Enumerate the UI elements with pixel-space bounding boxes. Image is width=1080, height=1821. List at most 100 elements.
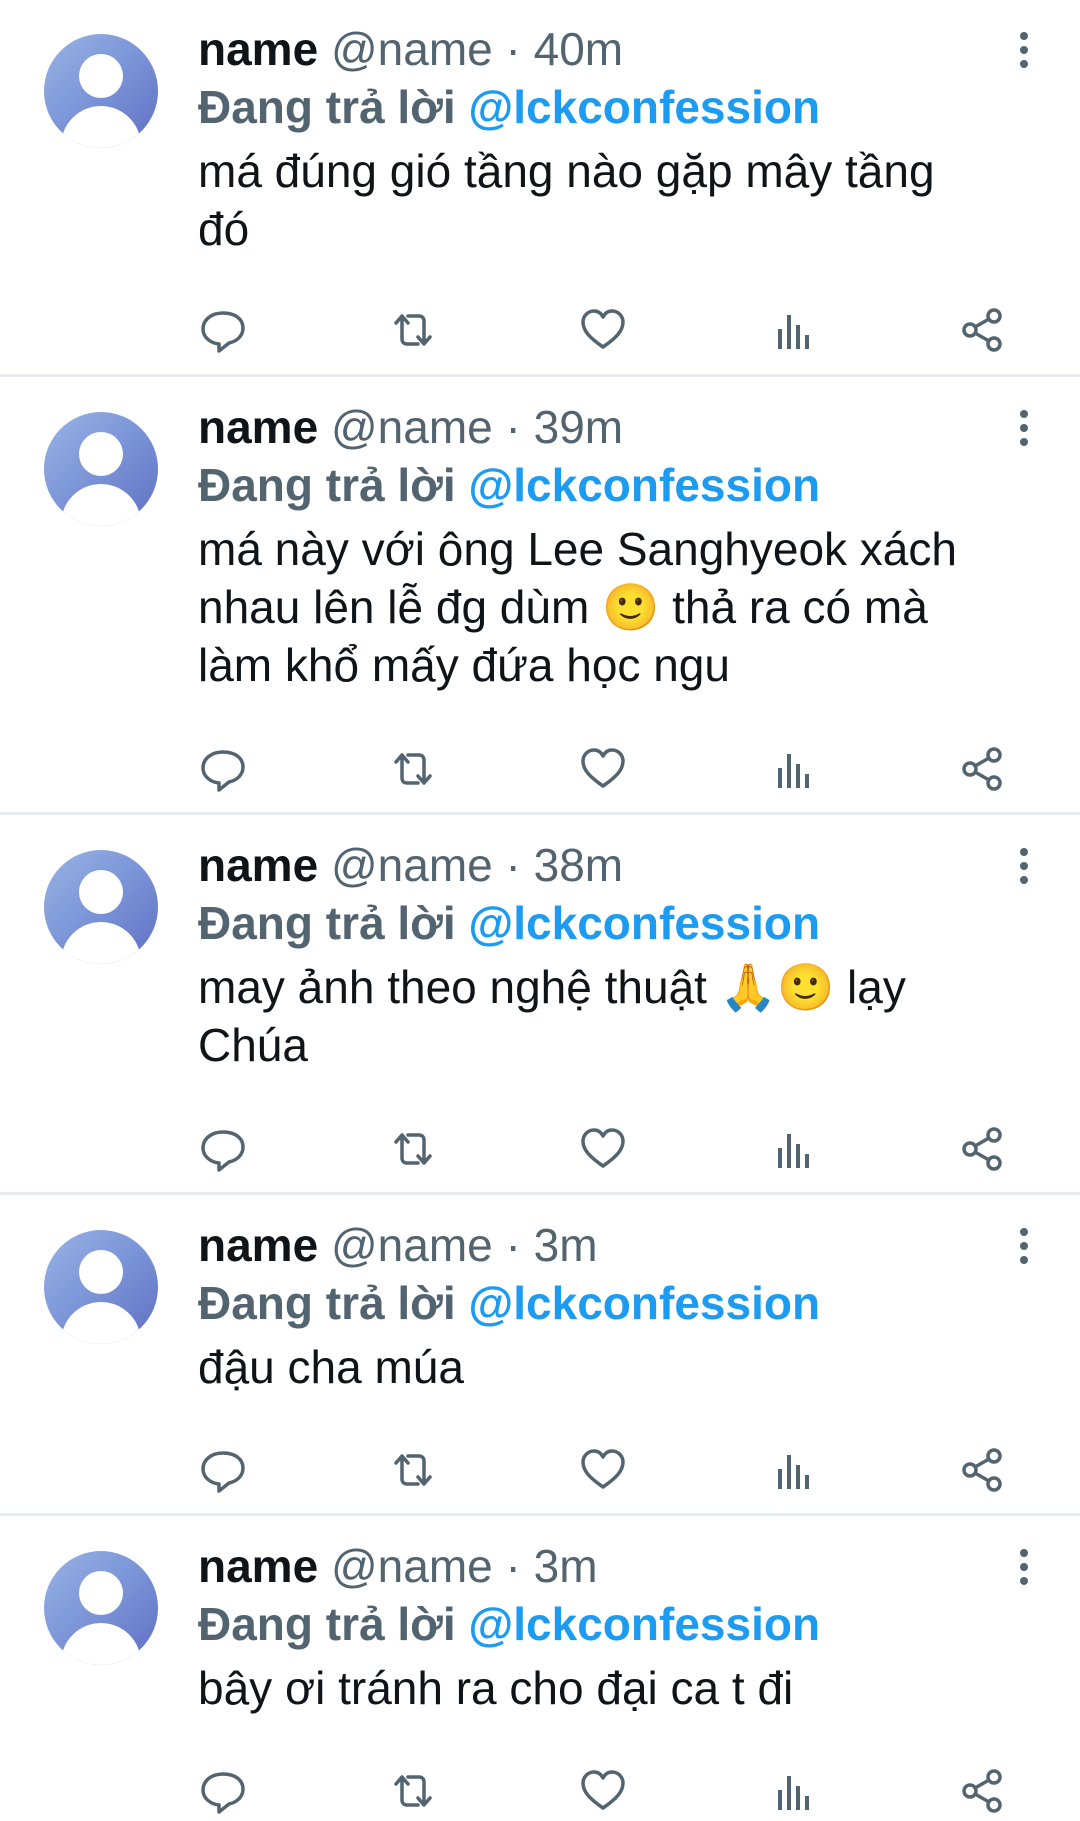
timestamp[interactable]: 3m	[534, 1540, 598, 1592]
user-handle[interactable]: @name	[331, 1219, 493, 1271]
default-avatar-icon[interactable]	[44, 412, 158, 526]
tweet-text-line: bây ơi tránh ra cho đại ca t đi	[198, 1662, 794, 1714]
analytics-icon[interactable]	[768, 1445, 818, 1495]
user-handle[interactable]: @name	[331, 401, 493, 453]
tweet-text-line: làm khổ mấy đứa học ngu	[198, 639, 730, 691]
tweet-text: bây ơi tránh ra cho đại ca t đi	[198, 1659, 1020, 1717]
analytics-icon[interactable]	[768, 305, 818, 355]
reply-icon[interactable]	[198, 1124, 248, 1174]
share-icon[interactable]	[958, 305, 1008, 355]
tweet-text-line: đó	[198, 203, 250, 255]
retweet-icon[interactable]	[388, 1445, 438, 1495]
separator: ·	[505, 839, 521, 891]
tweet-text-line: may ảnh theo nghệ thuật 🙏🙂 lạy	[198, 961, 906, 1013]
more-vertical-icon[interactable]	[1014, 1226, 1034, 1266]
separator: ·	[505, 23, 521, 75]
heart-icon[interactable]	[578, 1124, 628, 1174]
tweet-header: name @name · 40m	[198, 20, 1020, 78]
reply-icon[interactable]	[198, 1766, 248, 1816]
timestamp[interactable]: 40m	[534, 23, 623, 75]
replying-to-handle[interactable]: @lckconfession	[468, 1277, 820, 1329]
tweet-header: name @name · 3m	[198, 1537, 1020, 1595]
heart-icon[interactable]	[578, 1445, 628, 1495]
share-icon[interactable]	[958, 1124, 1008, 1174]
tweet[interactable]: name @name · 3m Đang trả lời @lckconfess…	[0, 1195, 1080, 1516]
analytics-icon[interactable]	[768, 1766, 818, 1816]
separator: ·	[505, 1219, 521, 1271]
default-avatar-icon[interactable]	[44, 34, 158, 148]
heart-icon[interactable]	[578, 744, 628, 794]
display-name[interactable]: name	[198, 401, 318, 453]
display-name[interactable]: name	[198, 1540, 318, 1592]
reply-icon[interactable]	[198, 744, 248, 794]
tweet-text-line: nhau lên lễ đg dùm 🙂 thả ra có mà	[198, 581, 928, 633]
tweet-header: name @name · 38m	[198, 836, 1020, 894]
replying-to: Đang trả lời @lckconfession	[198, 1274, 1020, 1332]
tweet-text-line: Chúa	[198, 1019, 308, 1071]
replying-to-label: Đang trả lời	[198, 897, 456, 949]
timestamp[interactable]: 39m	[534, 401, 623, 453]
tweet-actions	[198, 744, 1018, 794]
tweet-text: đậu cha múa	[198, 1338, 1020, 1396]
tweet-actions	[198, 1766, 1018, 1816]
replying-to-label: Đang trả lời	[198, 459, 456, 511]
default-avatar-icon[interactable]	[44, 1230, 158, 1344]
tweet-actions	[198, 1124, 1018, 1174]
display-name[interactable]: name	[198, 839, 318, 891]
retweet-icon[interactable]	[388, 744, 438, 794]
user-handle[interactable]: @name	[331, 23, 493, 75]
tweet-text-line: má này với ông Lee Sanghyeok xách	[198, 523, 957, 575]
retweet-icon[interactable]	[388, 1124, 438, 1174]
analytics-icon[interactable]	[768, 744, 818, 794]
share-icon[interactable]	[958, 744, 1008, 794]
default-avatar-icon[interactable]	[44, 1551, 158, 1665]
tweet-text: may ảnh theo nghệ thuật 🙏🙂 lạy Chúa	[198, 958, 1020, 1074]
reply-icon[interactable]	[198, 1445, 248, 1495]
share-icon[interactable]	[958, 1445, 1008, 1495]
more-vertical-icon[interactable]	[1014, 846, 1034, 886]
replying-to: Đang trả lời @lckconfession	[198, 78, 1020, 136]
tweet-text: má đúng gió tầng nào gặp mây tầng đó	[198, 142, 1020, 258]
tweet-actions	[198, 1445, 1018, 1495]
separator: ·	[505, 401, 521, 453]
replying-to: Đang trả lời @lckconfession	[198, 894, 1020, 952]
heart-icon[interactable]	[578, 305, 628, 355]
retweet-icon[interactable]	[388, 1766, 438, 1816]
tweet-feed: name @name · 40m Đang trả lời @lckconfes…	[0, 0, 1080, 1818]
default-avatar-icon[interactable]	[44, 850, 158, 964]
tweet-header: name @name · 39m	[198, 398, 1020, 456]
replying-to: Đang trả lời @lckconfession	[198, 456, 1020, 514]
replying-to-label: Đang trả lời	[198, 81, 456, 133]
tweet-text-line: đậu cha múa	[198, 1341, 464, 1393]
replying-to-handle[interactable]: @lckconfession	[468, 459, 820, 511]
more-vertical-icon[interactable]	[1014, 1547, 1034, 1587]
user-handle[interactable]: @name	[331, 1540, 493, 1592]
timestamp[interactable]: 3m	[534, 1219, 598, 1271]
display-name[interactable]: name	[198, 1219, 318, 1271]
replying-to-label: Đang trả lời	[198, 1277, 456, 1329]
share-icon[interactable]	[958, 1766, 1008, 1816]
timestamp[interactable]: 38m	[534, 839, 623, 891]
more-vertical-icon[interactable]	[1014, 30, 1034, 70]
tweet-text-line: má đúng gió tầng nào gặp mây tầng	[198, 145, 935, 197]
tweet[interactable]: name @name · 38m Đang trả lời @lckconfes…	[0, 815, 1080, 1195]
replying-to-label: Đang trả lời	[198, 1598, 456, 1650]
tweet[interactable]: name @name · 40m Đang trả lời @lckconfes…	[0, 0, 1080, 377]
more-vertical-icon[interactable]	[1014, 408, 1034, 448]
replying-to: Đang trả lời @lckconfession	[198, 1595, 1020, 1653]
retweet-icon[interactable]	[388, 305, 438, 355]
analytics-icon[interactable]	[768, 1124, 818, 1174]
tweet[interactable]: name @name · 39m Đang trả lời @lckconfes…	[0, 377, 1080, 815]
reply-icon[interactable]	[198, 305, 248, 355]
tweet-actions	[198, 305, 1018, 355]
tweet[interactable]: name @name · 3m Đang trả lời @lckconfess…	[0, 1516, 1080, 1818]
display-name[interactable]: name	[198, 23, 318, 75]
replying-to-handle[interactable]: @lckconfession	[468, 897, 820, 949]
replying-to-handle[interactable]: @lckconfession	[468, 81, 820, 133]
heart-icon[interactable]	[578, 1766, 628, 1816]
tweet-header: name @name · 3m	[198, 1216, 1020, 1274]
replying-to-handle[interactable]: @lckconfession	[468, 1598, 820, 1650]
user-handle[interactable]: @name	[331, 839, 493, 891]
tweet-text: má này với ông Lee Sanghyeok xách nhau l…	[198, 520, 1020, 694]
separator: ·	[505, 1540, 521, 1592]
